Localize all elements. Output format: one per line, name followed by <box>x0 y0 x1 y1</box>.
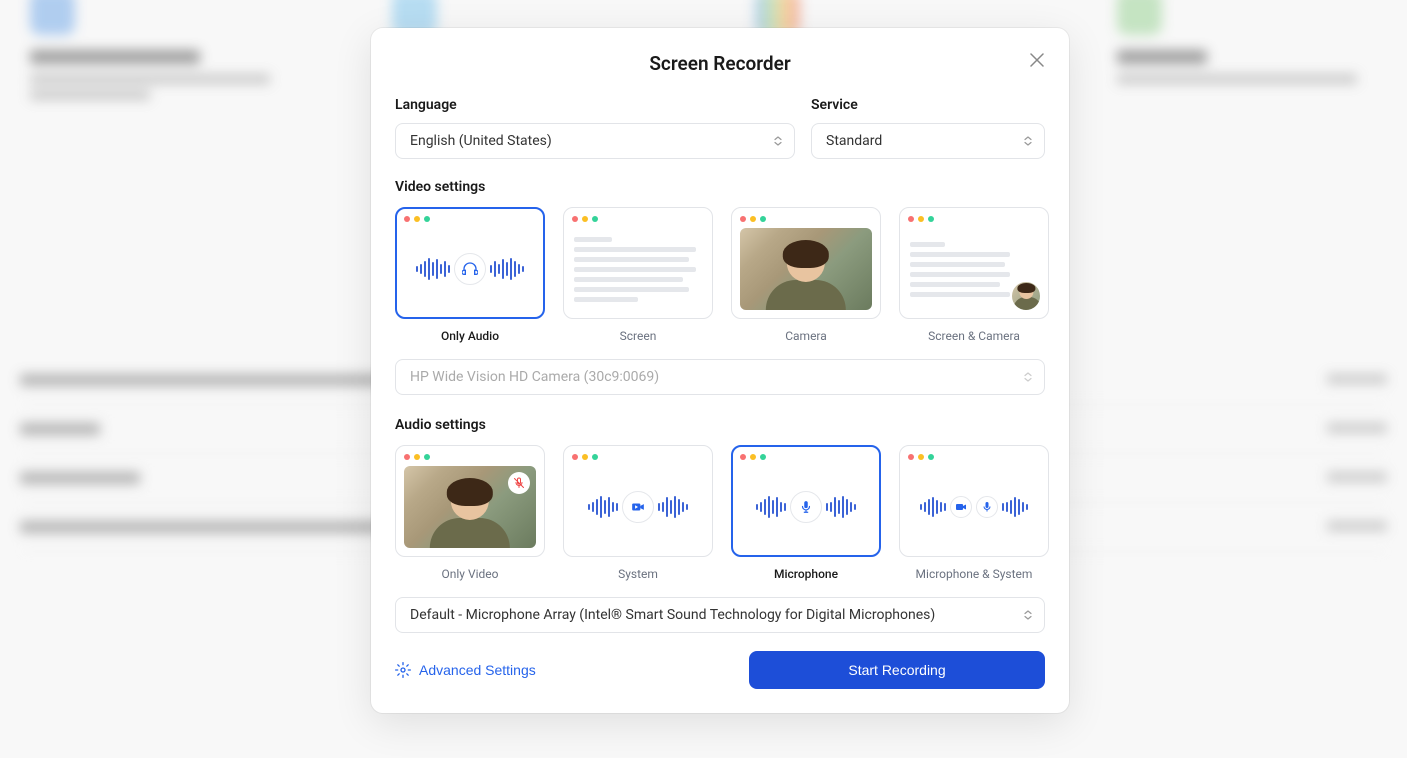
waveform-icon <box>572 466 704 548</box>
language-value: English (United States) <box>410 133 552 149</box>
waveform-icon <box>908 466 1040 548</box>
document-icon <box>572 228 704 310</box>
camera-preview-icon <box>404 466 536 548</box>
advanced-settings-link[interactable]: Advanced Settings <box>395 662 536 678</box>
select-caret-icon <box>1024 610 1032 620</box>
camera-device-select[interactable]: HP Wide Vision HD Camera (30c9:0069) <box>395 359 1045 395</box>
service-field: Service Standard <box>811 97 1045 159</box>
option-screen-camera[interactable]: Screen & Camera <box>899 207 1049 343</box>
option-microphone-system[interactable]: Microphone & System <box>899 445 1049 581</box>
camera-device-value: HP Wide Vision HD Camera (30c9:0069) <box>410 369 659 385</box>
audio-settings-label: Audio settings <box>395 417 1045 433</box>
option-only-video[interactable]: Only Video <box>395 445 545 581</box>
option-only-audio[interactable]: Only Audio <box>395 207 545 343</box>
service-label: Service <box>811 97 1045 113</box>
option-camera[interactable]: Camera <box>731 207 881 343</box>
option-label: System <box>563 567 713 581</box>
option-microphone[interactable]: Microphone <box>731 445 881 581</box>
waveform-icon <box>740 466 872 548</box>
option-label: Screen & Camera <box>899 329 1049 343</box>
close-button[interactable] <box>1025 48 1049 72</box>
select-caret-icon <box>774 136 782 146</box>
option-label: Screen <box>563 329 713 343</box>
service-select[interactable]: Standard <box>811 123 1045 159</box>
mic-muted-icon <box>508 472 530 494</box>
microphone-icon <box>790 491 822 523</box>
option-screen[interactable]: Screen <box>563 207 713 343</box>
option-label: Microphone <box>731 567 881 581</box>
video-options: Only Audio Screen <box>395 207 1045 343</box>
video-icon <box>622 491 654 523</box>
option-label: Only Video <box>395 567 545 581</box>
microphone-device-select[interactable]: Default - Microphone Array (Intel® Smart… <box>395 597 1045 633</box>
select-caret-icon <box>1024 136 1032 146</box>
headphones-icon <box>454 253 486 285</box>
microphone-icon <box>976 496 998 518</box>
pip-camera-icon <box>1010 280 1042 312</box>
language-field: Language English (United States) <box>395 97 795 159</box>
option-label: Camera <box>731 329 881 343</box>
close-icon <box>1030 53 1044 67</box>
waveform-icon <box>404 228 536 310</box>
option-system[interactable]: System <box>563 445 713 581</box>
option-label: Only Audio <box>395 329 545 343</box>
select-caret-icon <box>1024 372 1032 382</box>
service-value: Standard <box>826 133 882 149</box>
language-select[interactable]: English (United States) <box>395 123 795 159</box>
screen-recorder-modal: Screen Recorder Language English (United… <box>371 28 1069 713</box>
advanced-settings-label: Advanced Settings <box>419 662 536 678</box>
modal-title: Screen Recorder <box>395 52 1045 75</box>
video-settings-label: Video settings <box>395 179 1045 195</box>
video-icon <box>950 496 972 518</box>
language-label: Language <box>395 97 795 113</box>
microphone-device-value: Default - Microphone Array (Intel® Smart… <box>410 607 935 623</box>
option-label: Microphone & System <box>899 567 1049 581</box>
start-recording-button[interactable]: Start Recording <box>749 651 1045 689</box>
gear-icon <box>395 662 411 678</box>
camera-preview-icon <box>740 228 872 310</box>
audio-options: Only Video System <box>395 445 1045 581</box>
